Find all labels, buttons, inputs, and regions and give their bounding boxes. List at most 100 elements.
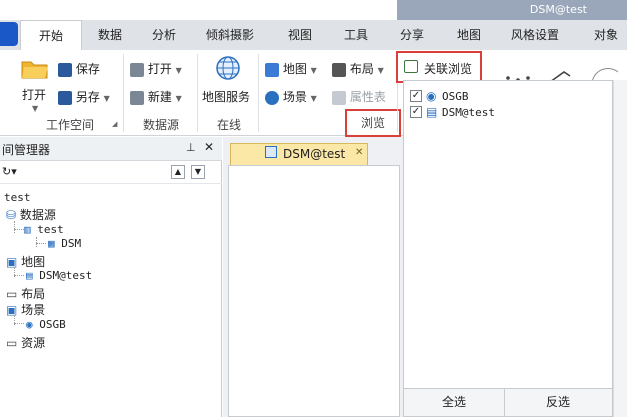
browse-group-label-box: 浏览 — [345, 109, 401, 137]
workspace-manager-panel: 间管理器 ⊥ ✕ ↻▾ ▲ ▼ test ⛁ 数据源 ▥ test ▦ DSM … — [0, 137, 222, 417]
tab-data[interactable]: 数据 — [88, 20, 132, 50]
datasource-open-label: 打开 — [147, 62, 172, 76]
folder-open-icon — [20, 56, 50, 80]
tab-share[interactable]: 分享 — [390, 20, 434, 50]
tree-root-workspace[interactable]: test — [4, 191, 31, 204]
tab-view[interactable]: 视图 — [278, 20, 322, 50]
move-down-icon[interactable]: ▼ — [191, 165, 205, 179]
map-icon — [265, 62, 279, 77]
tree-layouts[interactable]: ▭ 布局 — [6, 285, 45, 302]
invert-selection-button[interactable]: 反选 — [505, 389, 611, 416]
workspace-save-label: 保存 — [75, 62, 100, 76]
list-item-osgb-label: OSGB — [442, 90, 469, 103]
document-tab-label: DSM@test — [283, 147, 346, 161]
tree-scenes-label: 场景 — [21, 303, 46, 317]
online-group-label: 在线 — [216, 118, 241, 132]
refresh-icon[interactable]: ↻▾ — [2, 165, 17, 178]
browse-map-label: 地图 — [282, 62, 307, 76]
linked-browse-label: 关联浏览 — [424, 62, 473, 76]
close-icon[interactable]: ✕ — [355, 147, 363, 158]
browse-layout-label: 布局 — [349, 62, 374, 76]
tab-object[interactable]: 对象 — [584, 20, 627, 50]
move-up-icon[interactable]: ▲ — [171, 165, 185, 179]
datasource-db-icon: ▥ — [24, 223, 31, 236]
save-icon — [58, 62, 72, 77]
browse-map-button[interactable]: 地图 ▼ — [265, 60, 317, 77]
document-area: DSM@test ✕ — [223, 137, 403, 417]
workspace-save-as-button[interactable]: 另存 ▼ — [58, 88, 110, 105]
tree-dataset-dsm[interactable]: ▦ DSM — [48, 237, 81, 250]
app-menu-tab[interactable] — [0, 22, 18, 46]
tree-resources-label: 资源 — [21, 336, 46, 350]
list-item-dsm-test-label: DSM@test — [442, 106, 495, 119]
chevron-down-icon[interactable]: ▼ — [32, 104, 38, 113]
checkbox-osgb[interactable]: ✓ — [410, 90, 422, 102]
checkbox-dsm-test[interactable]: ✓ — [410, 106, 422, 118]
tree-datasource-test-label: test — [37, 223, 64, 236]
tree-datasource-test[interactable]: ▥ test — [24, 223, 64, 236]
linked-browse-icon — [404, 60, 418, 73]
linked-browse-button[interactable]: 关联浏览 — [396, 51, 482, 83]
attribute-table-button[interactable]: 属性表 — [332, 88, 386, 105]
select-all-button[interactable]: 全选 — [404, 389, 505, 416]
tab-tools[interactable]: 工具 — [334, 20, 378, 50]
title-bar: DSM@test — [0, 0, 627, 20]
tree-datasources-label: 数据源 — [19, 208, 56, 222]
map-service-button[interactable]: 地图服务 — [202, 88, 250, 105]
tree-line — [14, 229, 24, 230]
tab-oblique-photography[interactable]: 倾斜摄影 — [198, 20, 262, 50]
datasource-new-button[interactable]: 新建 ▼ — [130, 88, 182, 105]
divider — [123, 54, 124, 132]
save-as-icon — [58, 90, 72, 105]
tree-maps[interactable]: ▣ 地图 — [6, 253, 45, 270]
divider — [197, 54, 198, 132]
database-add-icon — [130, 90, 144, 105]
pin-icon[interactable]: ⊥ — [186, 141, 196, 154]
grid-dataset-icon: ▦ — [48, 237, 55, 250]
tab-start[interactable]: 开始 — [20, 20, 82, 50]
browse-group-label: 浏览 — [360, 116, 385, 130]
scene-globe-icon — [265, 90, 279, 105]
tree-layouts-label: 布局 — [21, 287, 46, 301]
datasource-group-label: 数据源 — [142, 118, 179, 132]
linked-panel-footer: 全选 反选 — [404, 388, 612, 416]
map-folder-icon: ▣ — [6, 255, 18, 269]
document-tab-dsm-test[interactable]: DSM@test ✕ — [230, 143, 368, 165]
datasource-new-label: 新建 — [147, 90, 172, 104]
workspace-open-button[interactable]: 打开 — [22, 86, 46, 103]
chevron-down-icon: ▼ — [175, 66, 182, 75]
tree-resources[interactable]: ▭ 资源 — [6, 334, 45, 351]
tree-line — [36, 237, 37, 247]
resource-folder-icon: ▭ — [6, 336, 18, 350]
chevron-down-icon: ▼ — [310, 94, 317, 103]
chevron-down-icon: ▼ — [310, 66, 317, 75]
close-icon[interactable]: ✕ — [204, 140, 214, 154]
workspace-manager-header: 间管理器 ⊥ ✕ — [0, 137, 222, 161]
datasource-icon: ⛁ — [6, 208, 17, 222]
scene-globe-icon: ◉ — [426, 89, 437, 103]
tab-map[interactable]: 地图 — [447, 20, 491, 50]
tree-map-dsm-test[interactable]: ▤ DSM@test — [26, 269, 92, 282]
map-canvas[interactable] — [228, 165, 400, 417]
layout-icon — [332, 62, 346, 77]
workspace-open-label: 打开 — [22, 88, 47, 102]
globe-icon — [214, 54, 242, 82]
tree-map-dsm-test-label: DSM@test — [39, 269, 93, 282]
tab-style-settings[interactable]: 风格设置 — [503, 20, 567, 50]
browse-layout-button[interactable]: 布局 ▼ — [332, 60, 384, 77]
title-strip — [397, 0, 627, 20]
workspace-group-label: 工作空间 — [45, 118, 94, 132]
workspace-manager-title: 间管理器 — [2, 143, 51, 157]
tree-line — [14, 275, 24, 276]
tree-scenes[interactable]: ▣ 场景 — [6, 301, 45, 318]
group-expand-icon[interactable]: ◢ — [112, 120, 117, 128]
map-icon: ▤ — [26, 269, 33, 282]
chevron-down-icon: ▼ — [175, 94, 182, 103]
tab-analysis[interactable]: 分析 — [142, 20, 186, 50]
workspace-save-button[interactable]: 保存 — [58, 60, 100, 77]
browse-scene-button[interactable]: 场景 ▼ — [265, 88, 317, 105]
window-title: DSM@test — [529, 3, 587, 16]
linked-browse-panel: ✓ ◉ OSGB ✓ ▤ DSM@test 全选 反选 — [403, 80, 613, 417]
datasource-open-button[interactable]: 打开 ▼ — [130, 60, 182, 77]
tree-scene-osgb[interactable]: ◉ OSGB — [26, 318, 66, 331]
